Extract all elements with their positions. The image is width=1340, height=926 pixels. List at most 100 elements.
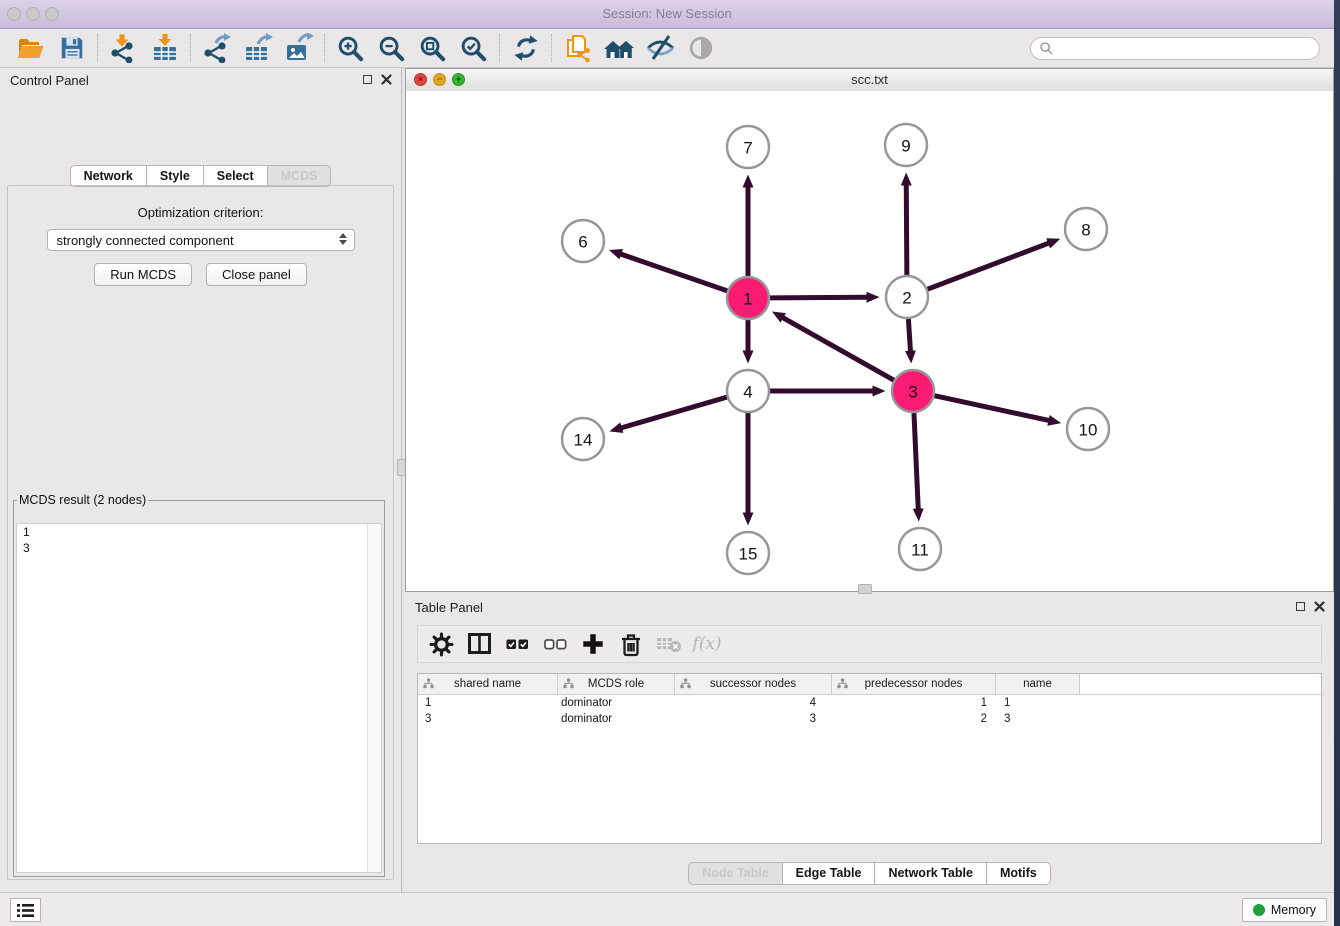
graph-node-11[interactable]: 11 <box>899 528 941 570</box>
graph-node-8[interactable]: 8 <box>1065 208 1107 250</box>
cell-mcds-role: dominator <box>558 697 675 709</box>
export-network-icon[interactable] <box>196 31 237 65</box>
tab-style[interactable]: Style <box>147 165 204 187</box>
delete-row-icon[interactable] <box>612 628 650 660</box>
criterion-select[interactable]: strongly connected component <box>47 229 355 251</box>
status-bar: Memory <box>0 892 1334 926</box>
close-panel-icon[interactable] <box>1314 601 1325 612</box>
graph-node-3[interactable]: 3 <box>892 370 934 412</box>
save-icon[interactable] <box>51 31 92 65</box>
cell-name: 3 <box>996 713 1080 725</box>
network-canvas[interactable]: 7 9 6 8 1 2 4 3 14 10 15 11 <box>406 91 1333 591</box>
select-stepper-icon <box>339 233 347 245</box>
graph-node-7[interactable]: 7 <box>727 126 769 168</box>
cell-name: 1 <box>996 697 1080 709</box>
column-header-shared-name[interactable]: shared name <box>418 674 558 694</box>
tab-network-table[interactable]: Network Table <box>875 862 987 885</box>
graph-edge-4-14[interactable] <box>620 397 726 428</box>
search-field[interactable] <box>1030 37 1320 60</box>
mcds-result-group: MCDS result (2 nodes) 1 3 <box>13 493 385 877</box>
visibility-slash-icon[interactable] <box>639 31 680 65</box>
graph-edge-1-6[interactable] <box>620 254 727 291</box>
float-panel-icon[interactable] <box>1296 602 1305 611</box>
table-row[interactable]: 3 dominator 3 2 3 <box>418 711 1321 727</box>
tab-network[interactable]: Network <box>70 165 147 187</box>
hierarchy-icon <box>563 678 574 689</box>
graph-node-9[interactable]: 9 <box>885 124 927 166</box>
minimize-window-icon[interactable] <box>26 7 40 21</box>
zoom-selected-icon[interactable] <box>453 31 494 65</box>
svg-text:6: 6 <box>578 233 587 252</box>
visibility-disabled-icon[interactable] <box>680 31 721 65</box>
export-image-icon[interactable] <box>278 31 319 65</box>
unselect-all-rows-icon[interactable] <box>536 628 574 660</box>
task-history-button[interactable] <box>10 898 41 922</box>
select-all-rows-icon[interactable] <box>498 628 536 660</box>
import-table-icon[interactable] <box>144 31 185 65</box>
hierarchy-icon <box>680 678 691 689</box>
cell-shared-name: 1 <box>418 697 558 709</box>
tab-select[interactable]: Select <box>204 165 268 187</box>
toolbar-separator <box>551 34 552 62</box>
toolbar-separator <box>97 34 98 62</box>
graph-edge-3-10[interactable] <box>934 396 1049 421</box>
cell-successor-nodes: 3 <box>675 713 832 725</box>
memory-button[interactable]: Memory <box>1242 898 1327 922</box>
zoom-window-icon[interactable] <box>45 7 59 21</box>
run-mcds-button[interactable]: Run MCDS <box>94 263 192 286</box>
tab-motifs[interactable]: Motifs <box>987 862 1051 885</box>
fx-label: f(x) <box>692 634 721 654</box>
graph-edge-2-9[interactable] <box>906 184 907 275</box>
zoom-out-icon[interactable] <box>371 31 412 65</box>
application-window: Session: New Session <box>0 0 1334 926</box>
graph-node-4[interactable]: 4 <box>727 370 769 412</box>
graph-edge-2-3[interactable] <box>908 319 910 352</box>
list-icon <box>16 903 35 918</box>
split-pane-icon[interactable] <box>460 628 498 660</box>
zoom-fit-icon[interactable] <box>412 31 453 65</box>
graph-node-1[interactable]: 1 <box>727 277 769 319</box>
clone-network-icon[interactable] <box>557 31 598 65</box>
column-header-successor-nodes[interactable]: successor nodes <box>675 674 832 694</box>
network-graph[interactable]: 7 9 6 8 1 2 4 3 14 10 15 11 <box>406 91 1333 591</box>
houses-icon[interactable] <box>598 31 639 65</box>
graph-node-6[interactable]: 6 <box>562 220 604 262</box>
graph-edge-3-11[interactable] <box>914 413 918 510</box>
tab-mcds[interactable]: MCDS <box>268 165 332 187</box>
graph-node-10[interactable]: 10 <box>1067 408 1109 450</box>
graph-edge-3-1[interactable] <box>782 317 894 380</box>
toolbar-separator <box>499 34 500 62</box>
svg-text:9: 9 <box>901 137 910 156</box>
svg-text:1: 1 <box>743 290 752 309</box>
graph-node-15[interactable]: 15 <box>727 532 769 574</box>
graph-node-2[interactable]: 2 <box>886 276 928 318</box>
control-panel-title: Control Panel <box>10 73 89 88</box>
splitter-grip[interactable] <box>858 584 872 594</box>
svg-text:3: 3 <box>908 383 917 402</box>
graph-edge-1-2[interactable] <box>770 297 868 298</box>
column-header-predecessor-nodes[interactable]: predecessor nodes <box>832 674 996 694</box>
gear-icon[interactable] <box>422 628 460 660</box>
export-table-icon[interactable] <box>237 31 278 65</box>
tab-edge-table[interactable]: Edge Table <box>783 862 876 885</box>
graph-edge-2-8[interactable] <box>928 243 1050 289</box>
refresh-layout-icon[interactable] <box>505 31 546 65</box>
close-panel-button[interactable]: Close panel <box>206 263 307 286</box>
column-header-name[interactable]: name <box>996 674 1080 694</box>
import-network-icon[interactable] <box>103 31 144 65</box>
close-window-icon[interactable] <box>7 7 21 21</box>
float-panel-icon[interactable] <box>363 75 372 84</box>
add-row-icon[interactable] <box>574 628 612 660</box>
column-header-mcds-role[interactable]: MCDS role <box>558 674 675 694</box>
control-panel: Control Panel Network Style Select MCDS … <box>0 68 401 892</box>
node-table: shared name MCDS role successor nodes <box>417 673 1322 844</box>
graph-node-14[interactable]: 14 <box>562 418 604 460</box>
table-row[interactable]: 1 dominator 4 1 1 <box>418 695 1321 711</box>
tab-node-table[interactable]: Node Table <box>688 862 782 885</box>
search-input[interactable] <box>1054 40 1311 56</box>
close-panel-icon[interactable] <box>381 74 392 85</box>
result-scrollbar[interactable] <box>367 524 381 872</box>
svg-text:8: 8 <box>1081 221 1090 240</box>
zoom-in-icon[interactable] <box>330 31 371 65</box>
open-folder-icon[interactable] <box>10 31 51 65</box>
